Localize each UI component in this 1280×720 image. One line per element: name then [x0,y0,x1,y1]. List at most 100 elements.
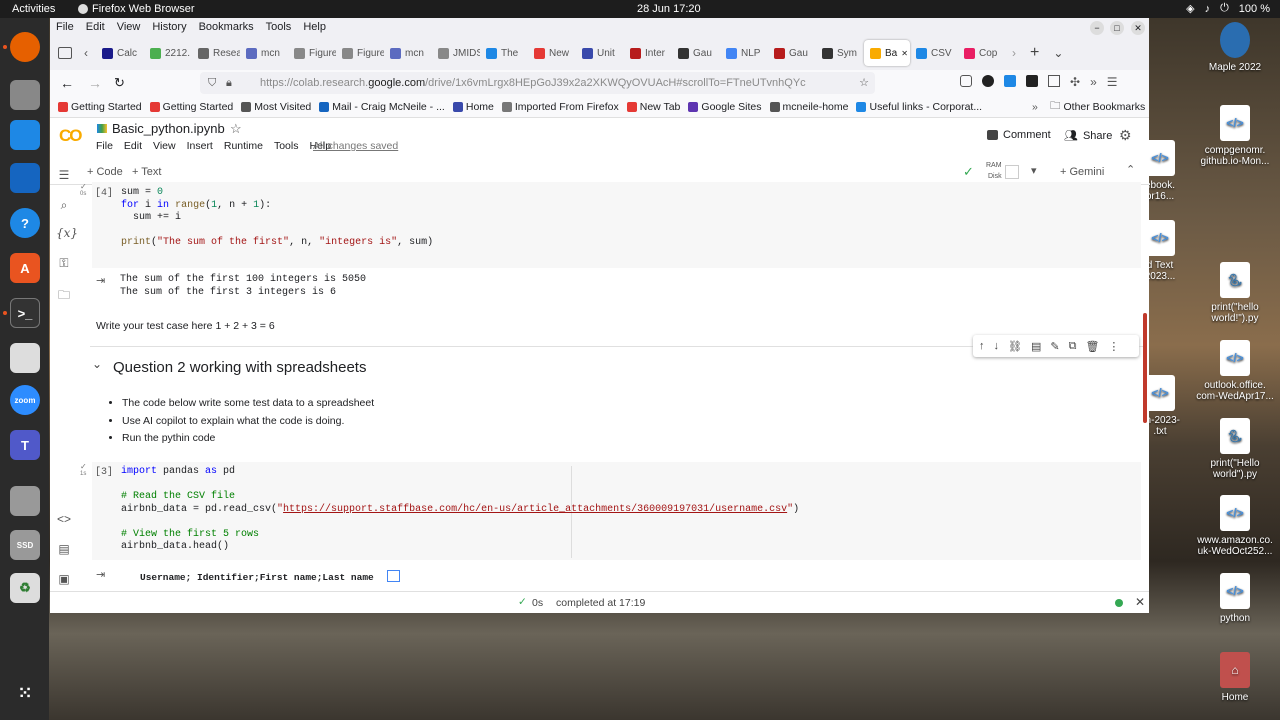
browser-tab[interactable]: Inter [624,40,672,66]
back-icon[interactable]: ← [60,75,74,91]
close-status-icon[interactable]: ✕ [1135,595,1145,609]
edit-pencil-icon[interactable]: ✎ [1050,340,1059,353]
terminal-dock-icon[interactable]: >_ [10,298,40,328]
browser-tab[interactable]: Resear [192,40,240,66]
browser-tab[interactable]: Gau [768,40,816,66]
save-status[interactable]: All changes saved [313,140,398,152]
close-tab-icon[interactable]: ✕ [901,49,908,58]
desktop-icon[interactable]: Maple 2022 [1195,22,1275,73]
puzzle-icon[interactable]: ✣ [1070,75,1080,89]
extension-icon[interactable] [1048,75,1060,87]
gemini-button[interactable]: + Gemini [1060,166,1104,178]
bookmark-item[interactable]: Getting Started [58,101,142,113]
help-dock-icon[interactable]: ? [10,208,40,238]
browser-tab[interactable]: CSV [910,40,958,66]
delete-trash-icon[interactable]: 🗑︎ [1085,340,1099,353]
hamburger-menu-icon[interactable]: ☰ [1107,75,1118,89]
browser-tab[interactable]: Figures [336,40,384,66]
software-dock-icon[interactable]: A [10,253,40,283]
resource-meter[interactable] [1005,165,1019,179]
desktop-icon[interactable]: </> outlook.office. com-WedApr17... [1195,340,1275,402]
table-of-contents-icon[interactable]: ☰ [56,168,72,184]
pocket-icon[interactable] [960,75,972,87]
app-menu[interactable]: Firefox Web Browser [78,3,195,15]
browser-tab[interactable]: Ba ✕ [864,40,910,66]
teams-dock-icon[interactable]: T [10,430,40,460]
browser-tab[interactable]: Gau [672,40,720,66]
desktop-icon[interactable]: 🐍︎ print("Hello world").py [1195,418,1275,480]
desktop-icon[interactable]: </> compgenomr. github.io-Mon... [1195,105,1275,167]
code-snippets-icon[interactable]: <> [56,512,72,528]
browser-tab[interactable]: mcn [384,40,432,66]
output-toggle-icon[interactable]: ⇥ [96,568,105,581]
tab-list-icon[interactable]: ⌄ [1053,46,1063,60]
bookmark-item[interactable]: Most Visited [241,101,311,113]
editor-dock-icon[interactable] [10,163,40,193]
extension-icon[interactable] [1004,75,1016,87]
bookmark-item[interactable]: Mail - Craig McNeile - ... [319,101,445,113]
bookmark-item[interactable]: Home [452,101,494,113]
drive-dock-icon[interactable] [10,486,40,516]
star-icon[interactable]: ☆ [230,121,242,137]
new-tab-button[interactable]: + [1030,44,1039,62]
trash-dock-icon[interactable]: ♻ [10,573,40,603]
menu-tools[interactable]: Tools [266,21,292,33]
browser-tab[interactable]: 2212. [144,40,192,66]
search-icon[interactable]: ⌕ [56,198,72,214]
share-button[interactable]: 👥︎ Share [1064,129,1112,143]
bookmarks-overflow-icon[interactable]: » [1032,101,1038,113]
bookmark-star-icon[interactable]: ☆ [859,72,869,94]
browser-tab[interactable]: Calc [96,40,144,66]
other-bookmarks[interactable]: 🗀 Other Bookmarks [1050,98,1145,116]
ssd-dock-icon[interactable]: SSD [10,530,40,560]
colab-menu-file[interactable]: File [96,140,113,152]
browser-tab[interactable]: Sym [816,40,864,66]
command-palette-icon[interactable]: ▤ [56,542,72,558]
show-apps-icon[interactable]: ⁙ [10,678,40,708]
browser-tab[interactable]: Figures [288,40,336,66]
desktop-icon[interactable]: </> www.amazon.co. uk-WedOct252... [1195,495,1275,557]
code-cell[interactable]: ✓ 0s [4] sum = 0 for i in range(1, n + 1… [80,182,1141,268]
code-cell[interactable]: ✓ 1s [3] import pandas as pd # Read the … [80,462,1141,560]
notebook-title[interactable]: Basic_python.ipynb [112,121,225,136]
files-folder-icon[interactable]: 🗀 [56,286,72,302]
colab-menu-tools[interactable]: Tools [274,140,299,152]
browser-tab[interactable]: Unit [576,40,624,66]
collapse-section-icon[interactable]: ⌄ [92,357,102,371]
code-editor[interactable]: sum = 0 for i in range(1, n + 1): sum +=… [121,187,433,250]
mirror-cell-icon[interactable]: ⧉ [1069,340,1077,353]
colab-menu-edit[interactable]: Edit [124,140,142,152]
reload-icon[interactable]: ↻ [114,75,125,91]
desktop-icon[interactable]: ⌂ Home [1195,652,1275,703]
browser-tab[interactable]: JMIDS [432,40,480,66]
clock[interactable]: 28 Jun 17:20 [637,3,701,15]
comment-icon[interactable]: ▤ [1031,340,1041,353]
text-cell[interactable]: ⌄ Question 2 working with spreadsheets T… [90,335,1144,454]
activities-button[interactable]: Activities [12,3,55,15]
scrollbar-thumb[interactable] [1143,313,1147,423]
extension-icon[interactable] [982,75,994,87]
close-window-button[interactable]: ✕ [1131,21,1145,35]
maximize-button[interactable]: □ [1110,21,1124,35]
scroll-tabs-left-icon[interactable]: ‹ [84,46,88,60]
browser-tab[interactable]: Cop [958,40,1006,66]
bookmark-item[interactable]: Useful links - Corporat... [856,101,982,113]
menu-history[interactable]: History [152,21,186,33]
menu-help[interactable]: Help [303,21,326,33]
comment-button[interactable]: Comment [987,129,1051,141]
browser-tab[interactable]: NLP [720,40,768,66]
extension-icon[interactable] [1026,75,1038,87]
desktop-icon[interactable]: </> python [1195,573,1275,624]
forward-icon[interactable]: → [88,75,102,91]
firefox-dock-icon[interactable] [10,32,40,62]
more-options-icon[interactable]: ⋮ [1108,340,1119,353]
browser-tab[interactable]: The [480,40,528,66]
scroll-tabs-right-icon[interactable]: › [1012,46,1016,60]
colab-logo[interactable]: CO [59,126,87,145]
bookmark-item[interactable]: Imported From Firefox [501,101,619,113]
bookmark-item[interactable]: Google Sites [688,101,762,113]
browser-tab[interactable]: New [528,40,576,66]
viewer-dock-icon[interactable] [10,343,40,373]
menu-edit[interactable]: Edit [86,21,105,33]
bookmark-item[interactable]: mcneile-home [769,101,848,113]
